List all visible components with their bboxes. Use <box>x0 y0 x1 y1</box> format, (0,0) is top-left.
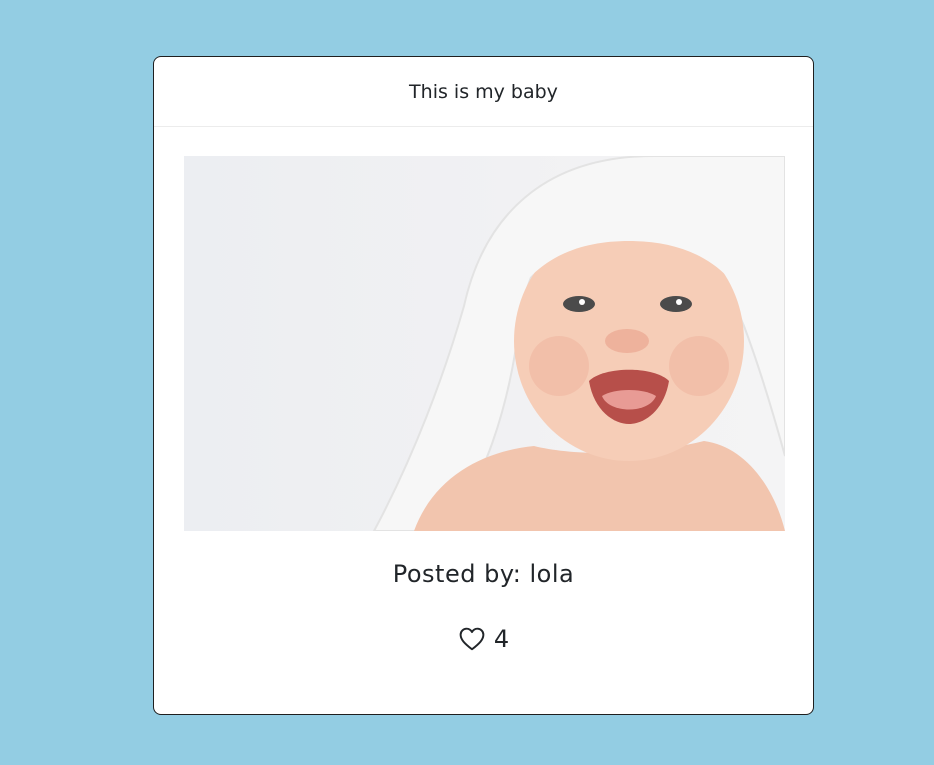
author-name: lola <box>529 560 575 588</box>
post-title: This is my baby <box>154 57 813 127</box>
heart-outline-icon[interactable] <box>458 625 486 653</box>
posted-by-line: Posted by: lola <box>154 560 813 588</box>
likes-row: 4 <box>154 625 813 653</box>
like-count: 4 <box>493 625 510 653</box>
post-card: This is my baby Posted by: lola 4 <box>153 56 814 715</box>
post-image <box>184 156 785 531</box>
posted-by-label: Posted by: <box>392 560 522 588</box>
